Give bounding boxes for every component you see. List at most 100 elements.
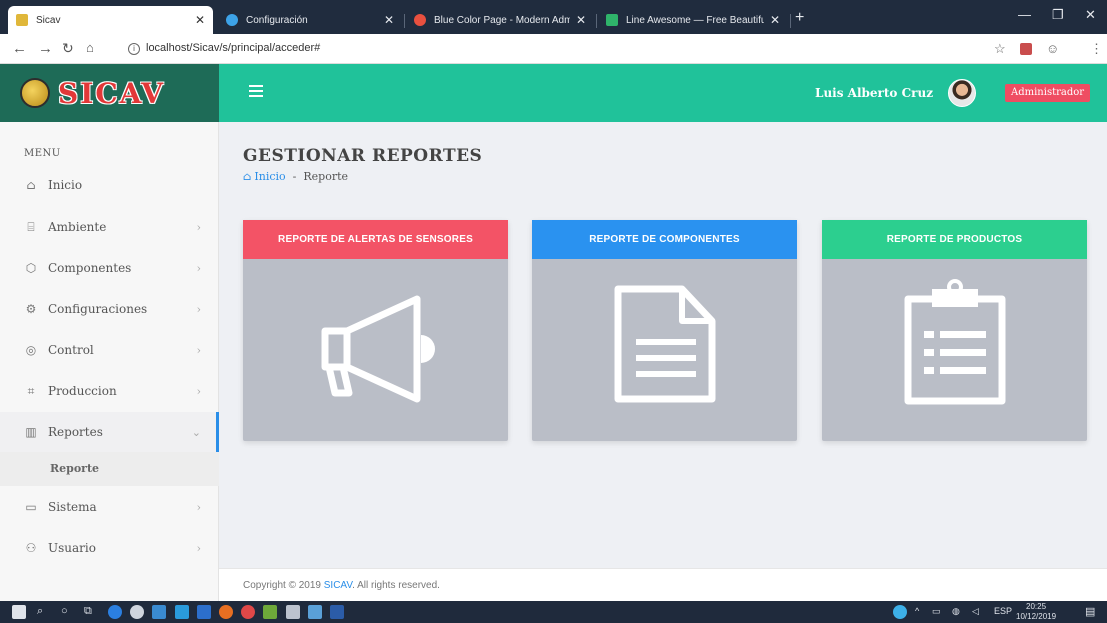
admin-favicon-icon [414,14,426,26]
sidebar-item-ambiente[interactable]: ⌸ Ambiente › [0,207,219,247]
edge-icon[interactable] [108,605,122,619]
site-info-icon[interactable]: i [128,43,140,55]
maximize-icon[interactable]: ❐ [1052,7,1064,23]
chevron-right-icon: › [196,261,201,275]
notifications-icon[interactable]: ▤ [1085,605,1095,618]
chevron-right-icon: › [196,541,201,555]
sidebar-item-label: Sistema [48,500,97,514]
hamburger-menu-icon[interactable] [249,85,263,97]
reload-icon[interactable]: ↻ [62,40,74,57]
clock-time: 20:25 [1026,602,1047,611]
sidebar-item-label: Produccion [48,384,117,398]
extension-icon[interactable]: ☺ [1046,41,1059,56]
breadcrumb-home-link[interactable]: Inicio [254,170,285,183]
megaphone-icon [321,295,435,403]
terminal-icon: ▭ [25,500,37,514]
user-avatar[interactable] [948,79,976,107]
sidebar-item-componentes[interactable]: ⬡ Componentes › [0,248,219,288]
sidebar-item-label: Control [48,343,94,357]
chevron-right-icon: › [196,220,201,234]
card-title: REPORTE DE PRODUCTOS [822,220,1087,259]
sicav-favicon-icon [16,14,28,26]
sidebar-item-label: Reportes [48,425,103,439]
card-report-products[interactable]: REPORTE DE PRODUCTOS [822,220,1087,441]
sidebar-item-inicio[interactable]: ⌂ Inicio [0,165,219,205]
tab-label: Sicav [36,14,61,26]
browser-tab-bar: Sicav ✕ Configuración ✕ Blue Color Page … [0,0,1107,34]
url-field[interactable]: i localhost/Sicav/s/principal/acceder# [128,42,320,55]
chrome-icon[interactable] [130,605,144,619]
sidebar-item-sistema[interactable]: ▭ Sistema › [0,487,219,527]
footer-copyright: Copyright © 2019 [243,580,321,591]
store-icon[interactable] [175,605,189,619]
card-report-components[interactable]: REPORTE DE COMPONENTES [532,220,797,441]
settings-app-icon[interactable] [286,605,300,619]
card-title: REPORTE DE COMPONENTES [532,220,797,259]
sidebar-item-label: Inicio [48,178,83,192]
bookmark-star-icon[interactable]: ☆ [994,41,1006,57]
sidebar-item-configuraciones[interactable]: ⚙ Configuraciones › [0,289,219,329]
card-report-alerts[interactable]: REPORTE DE ALERTAS DE SENSORES [243,220,508,441]
card-title: REPORTE DE ALERTAS DE SENSORES [243,220,508,259]
network-icon[interactable]: ◍ [952,606,960,617]
explorer-icon[interactable] [152,605,166,619]
browser-menu-icon[interactable]: ⋮ [1090,41,1103,57]
pdf-extension-icon[interactable] [1020,43,1032,55]
browser-tab-blue-color-page[interactable]: Blue Color Page - Modern Admin ✕ [406,6,594,34]
users-icon: ⚇ [25,541,37,555]
tab-label: Configuración [246,14,308,26]
help-tray-icon[interactable] [893,605,907,619]
footer-link[interactable]: SICAV [324,580,352,591]
settings-icon: ⚙ [25,302,37,316]
home-icon: ⌂ [26,178,36,192]
url-text: localhost/Sicav/s/principal/acceder# [146,42,321,54]
chrome-active-icon[interactable] [241,605,255,619]
breadcrumb-separator: - [292,170,297,183]
home-icon: ⌂ [243,170,252,183]
close-tab-icon[interactable]: ✕ [195,13,205,27]
sidebar-item-produccion[interactable]: ⌗ Produccion › [0,371,219,411]
chart-icon: ▥ [25,425,37,439]
user-name[interactable]: Luis Alberto Cruz [815,86,933,100]
sidebar-item-reportes[interactable]: ▥ Reportes ⌄ [0,412,219,452]
sidebar-subitem-reporte[interactable]: Reporte [0,452,219,486]
tab-label: Blue Color Page - Modern Admin [434,14,570,26]
firefox-icon[interactable] [219,605,233,619]
volume-icon[interactable]: ◁ [972,606,979,617]
close-tab-icon[interactable]: ✕ [576,13,586,27]
tray-chevron-up-icon[interactable]: ^ [915,606,919,616]
network-app-icon[interactable] [308,605,322,619]
app-icon[interactable] [197,605,211,619]
footer-rights: . All rights reserved. [352,580,440,591]
chevron-down-icon: ⌄ [191,425,201,439]
new-tab-icon[interactable]: + [795,9,804,27]
cortana-icon[interactable]: ○ [61,605,68,617]
browser-tab-configuracion[interactable]: Configuración ✕ [218,6,402,34]
sidebar-item-label: Ambiente [48,220,107,234]
forward-icon[interactable]: → [38,40,53,57]
page-footer: Copyright © 2019 SICAV. All rights reser… [219,568,1107,601]
close-tab-icon[interactable]: ✕ [384,13,394,27]
task-view-icon[interactable]: ⧉ [84,605,92,618]
brand-logo-area[interactable]: SICAV [0,64,219,122]
sidebar-item-usuario[interactable]: ⚇ Usuario › [0,528,219,568]
browser-tab-sicav[interactable]: Sicav ✕ [8,6,213,34]
close-tab-icon[interactable]: ✕ [770,13,780,27]
production-icon: ⌗ [27,383,35,398]
editor-icon[interactable] [263,605,277,619]
back-icon[interactable]: ← [12,40,27,57]
language-indicator[interactable]: ESP [994,606,1012,616]
browser-tab-line-awesome[interactable]: Line Awesome — Free Beautiful I ✕ [598,6,788,34]
tab-divider [404,14,405,28]
home-button-icon[interactable]: ⌂ [86,40,94,55]
sidebar-item-control[interactable]: ◎ Control › [0,330,219,370]
os-taskbar: ⌕ ○ ⧉ ^ ▭ ◍ ◁ ESP 20:25 10/12/2019 ▤ [0,601,1107,623]
search-icon[interactable]: ⌕ [37,605,43,618]
sidebar-item-label: Componentes [48,261,132,275]
clipboard-icon [904,279,1006,405]
window-close-icon[interactable]: ✕ [1085,7,1096,23]
clock[interactable]: 20:25 10/12/2019 [1016,602,1056,622]
minimize-icon[interactable]: — [1018,7,1031,22]
windows-start-icon[interactable] [12,605,26,619]
word-icon[interactable] [330,605,344,619]
